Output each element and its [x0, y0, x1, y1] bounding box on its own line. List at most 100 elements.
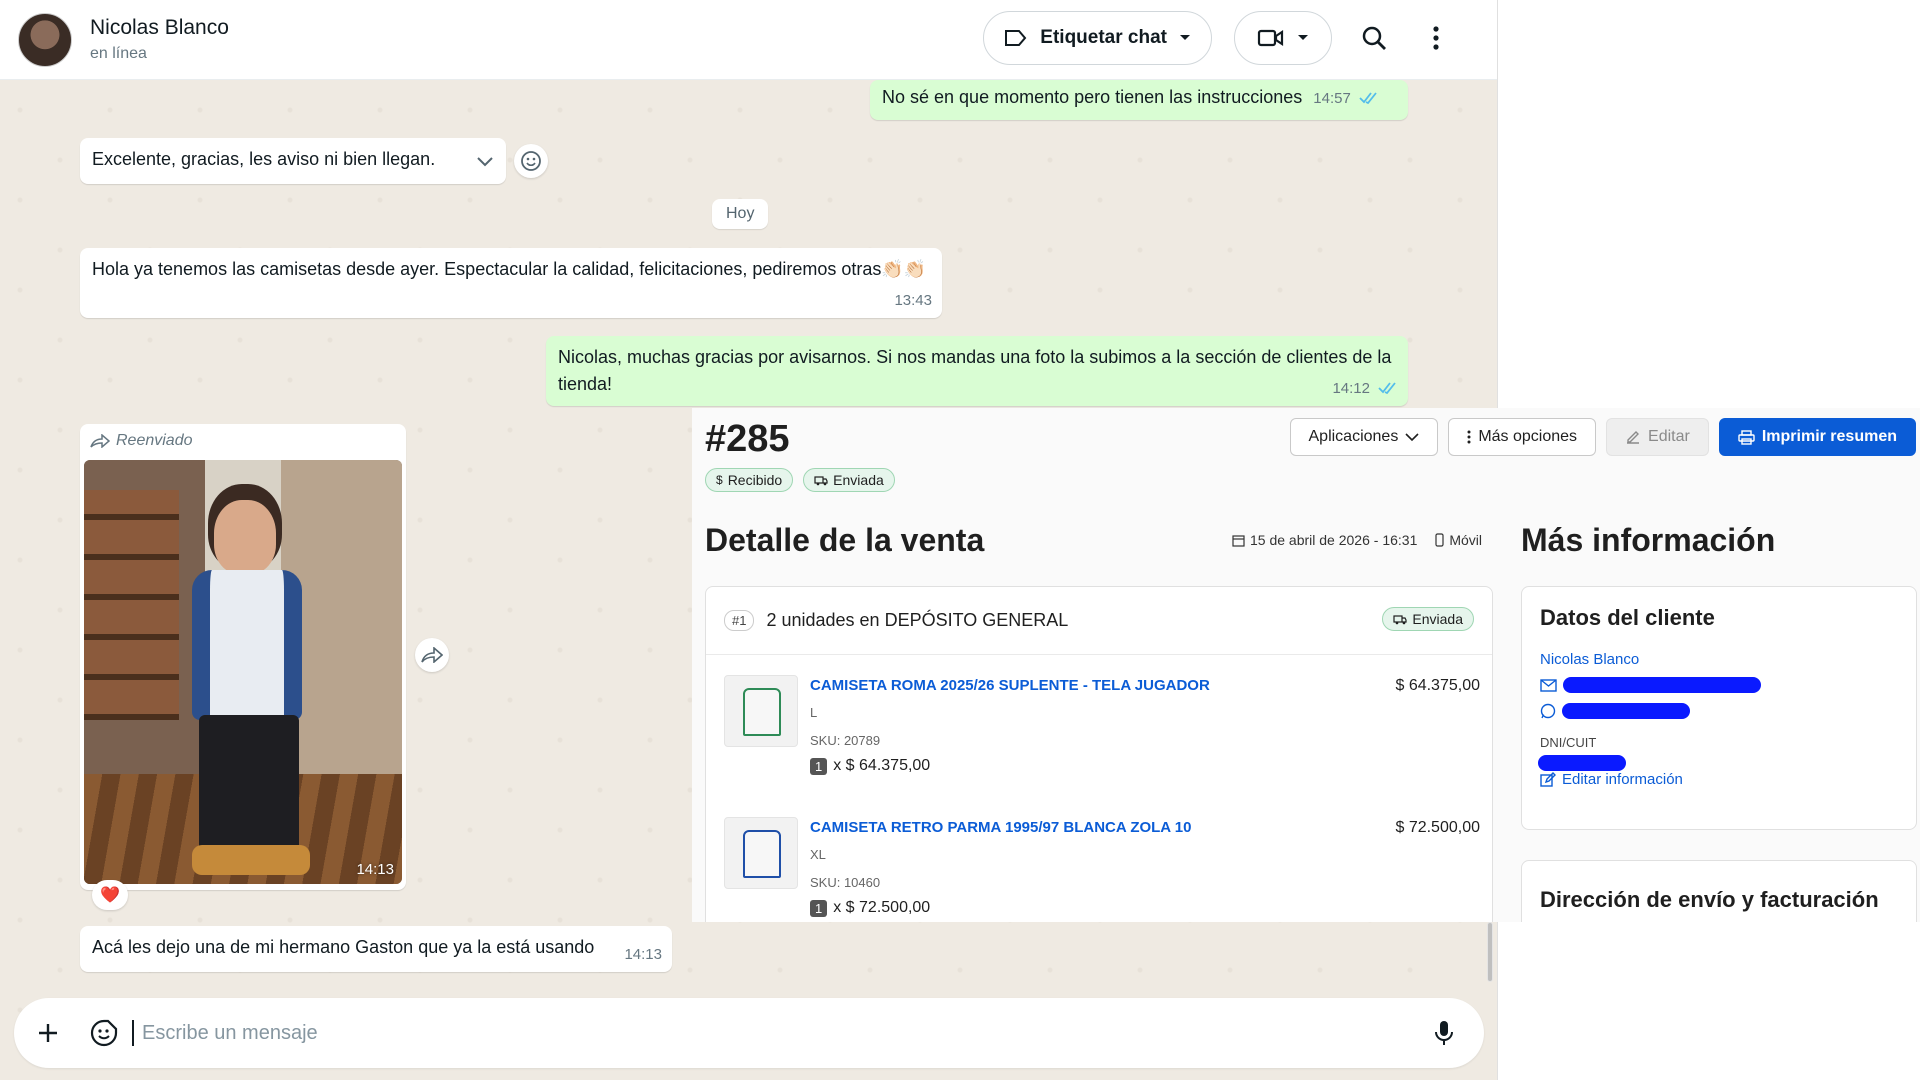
customer-card: Datos del cliente Nicolas Blanco DNI/CUI…: [1521, 586, 1917, 830]
kebab-menu-icon: [1433, 26, 1439, 50]
message-incoming[interactable]: Acá les dejo una de mi hermano Gaston qu…: [80, 926, 672, 972]
plus-icon: [39, 1024, 57, 1042]
product-thumbnail[interactable]: [724, 817, 798, 889]
edit-label: Editar: [1648, 428, 1690, 445]
chevron-down-icon[interactable]: [476, 156, 494, 168]
shipment-summary: 2 unidades en DEPÓSITO GENERAL: [766, 610, 1069, 630]
sale-detail-title: Detalle de la venta: [705, 522, 985, 558]
order-badges: $ Recibido Enviada: [705, 468, 895, 492]
badge-label: Enviada: [1412, 611, 1463, 627]
apps-label: Aplicaciones: [1308, 428, 1399, 445]
message-time: 13:43: [894, 292, 932, 309]
print-summary-button[interactable]: Imprimir resumen: [1718, 418, 1916, 456]
apps-dropdown-button[interactable]: Aplicaciones: [1289, 418, 1439, 456]
badge-label: Enviada: [833, 472, 884, 488]
message-outgoing[interactable]: Nicolas, muchas gracias por avisarnos. S…: [546, 336, 1408, 406]
video-call-button[interactable]: [1234, 11, 1332, 65]
search-button[interactable]: [1354, 18, 1394, 58]
attach-button[interactable]: [28, 1013, 68, 1053]
caret-down-icon: [1180, 35, 1190, 40]
quantity-badge: 1: [810, 899, 828, 917]
message-incoming[interactable]: Excelente, gracias, les aviso ni bien ll…: [80, 138, 506, 184]
photo-person-boots: [192, 845, 310, 875]
product-total: $ 72.500,00: [1395, 819, 1480, 836]
more-info-title: Más información: [1521, 522, 1776, 558]
message-text: No sé en que momento pero tienen las ins…: [882, 87, 1303, 107]
more-options-button[interactable]: Más opciones: [1448, 418, 1597, 456]
search-icon: [1362, 26, 1386, 50]
more-options-label: Más opciones: [1478, 428, 1578, 445]
forward-button[interactable]: [415, 638, 449, 672]
mail-icon: [1540, 678, 1557, 692]
image-time: 14:13: [356, 861, 394, 878]
reaction-heart[interactable]: ❤️: [92, 880, 128, 910]
voice-button[interactable]: [1424, 1013, 1464, 1053]
forwarded-icon: [90, 434, 110, 448]
product-variant: XL: [810, 847, 826, 862]
printer-icon: [1738, 429, 1755, 445]
order-number: #285: [705, 418, 790, 460]
caret-down-icon: [1298, 35, 1308, 40]
edit-customer-label: Editar información: [1562, 771, 1683, 788]
customer-phone[interactable]: [1540, 703, 1690, 719]
message-text: Nicolas, muchas gracias por avisarnos. S…: [558, 347, 1392, 394]
sale-meta: 15 de abril de 2026 - 16:31 Móvil: [1232, 532, 1482, 548]
unit-price: x $ 72.500,00: [833, 899, 931, 916]
double-check-icon: [1378, 382, 1396, 395]
shirt-icon: [743, 830, 781, 878]
product-row: CAMISETA RETRO PARMA 1995/97 BLANCA ZOLA…: [724, 817, 1484, 922]
heart-icon: ❤️: [100, 887, 120, 904]
product-quantity: 1 x $ 64.375,00: [810, 757, 930, 775]
day-separator: Hoy: [712, 199, 769, 229]
photo-person-head: [214, 500, 276, 574]
calendar-icon: [1232, 534, 1245, 547]
shipping-title: Dirección de envío y facturación: [1540, 887, 1879, 912]
contact-status: en línea: [90, 45, 147, 62]
shipment-index: #1: [724, 610, 755, 631]
tag-icon: [1005, 30, 1027, 46]
product-name-link[interactable]: CAMISETA ROMA 2025/26 SUPLENTE - TELA JU…: [810, 677, 1210, 694]
message-input[interactable]: Escribe un mensaje: [132, 1020, 1424, 1046]
product-sku: SKU: 20789: [810, 733, 881, 748]
sale-channel-text: Móvil: [1449, 532, 1483, 548]
label-chat-button[interactable]: Etiquetar chat: [983, 11, 1212, 65]
product-thumbnail[interactable]: [724, 675, 798, 747]
customer-name-link[interactable]: Nicolas Blanco: [1540, 651, 1639, 668]
photo-person-legs: [199, 715, 299, 855]
message-text: Acá les dejo una de mi hermano Gaston qu…: [92, 937, 595, 957]
message-incoming[interactable]: Hola ya tenemos las camisetas desde ayer…: [80, 248, 942, 318]
message-text: Hola ya tenemos las camisetas desde ayer…: [92, 259, 927, 279]
message-time: 14:57: [1313, 90, 1351, 107]
redaction-mark: [1563, 677, 1761, 693]
contact-name: Nicolas Blanco: [90, 16, 229, 39]
chat-header: Nicolas Blanco en línea Etiquetar chat: [0, 0, 1497, 80]
menu-button[interactable]: [1416, 18, 1456, 58]
customer-card-title: Datos del cliente: [1540, 605, 1715, 630]
print-label: Imprimir resumen: [1761, 428, 1897, 445]
kebab-menu-icon: [1467, 430, 1471, 444]
shirt-icon: [743, 688, 781, 736]
video-icon: [1257, 29, 1284, 47]
product-name-link[interactable]: CAMISETA RETRO PARMA 1995/97 BLANCA ZOLA…: [810, 819, 1191, 836]
sale-date: 15 de abril de 2026 - 16:31: [1232, 532, 1417, 548]
contact-info[interactable]: Nicolas Blanco en línea: [90, 16, 229, 63]
order-actions: Aplicaciones Más opciones Editar Imprimi…: [1289, 418, 1916, 456]
edit-icon: [1627, 431, 1640, 444]
edit-customer-link[interactable]: Editar información: [1540, 771, 1683, 788]
react-button[interactable]: [514, 144, 548, 178]
dollar-icon: $: [716, 473, 723, 487]
shipment-card: #1 2 unidades en DEPÓSITO GENERAL Enviad…: [705, 586, 1493, 922]
avatar[interactable]: [18, 12, 72, 67]
message-outgoing[interactable]: No sé en que momento pero tienen las ins…: [870, 80, 1408, 120]
image-message[interactable]: Reenviado 14:13: [80, 424, 406, 890]
customer-photo[interactable]: 14:13: [84, 460, 402, 884]
customer-email[interactable]: [1540, 677, 1761, 693]
sticker-button[interactable]: [84, 1013, 124, 1053]
mobile-icon: [1435, 533, 1444, 547]
scrollbar-thumb[interactable]: [1487, 922, 1493, 982]
product-quantity: 1 x $ 72.500,00: [810, 899, 930, 917]
edit-button[interactable]: Editar: [1606, 418, 1709, 456]
shipment-header: #1 2 unidades en DEPÓSITO GENERAL Enviad…: [706, 587, 1492, 655]
shipment-status-badge: Enviada: [1382, 607, 1474, 631]
forward-icon: [421, 647, 443, 663]
